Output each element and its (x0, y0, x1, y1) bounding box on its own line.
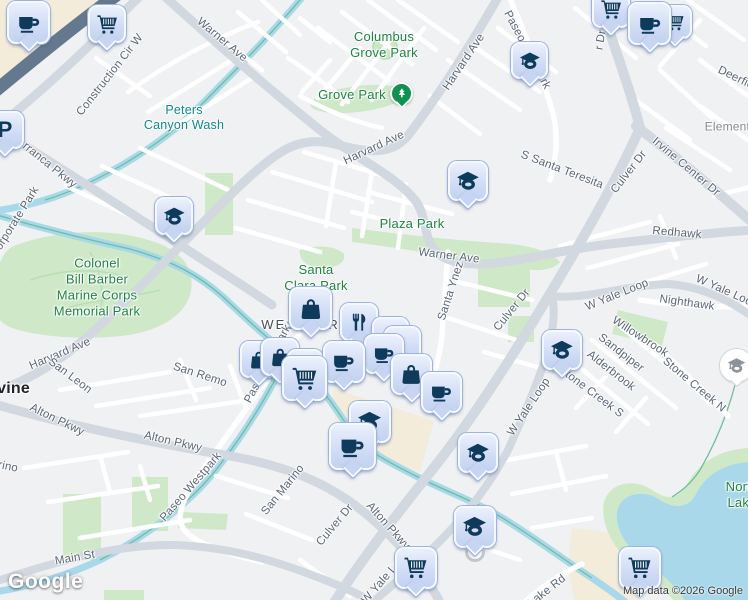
school-marker[interactable] (448, 161, 488, 201)
bag-icon (298, 296, 324, 322)
cafe-marker[interactable] (628, 2, 671, 45)
coffee-icon (338, 432, 366, 460)
cart-icon (96, 13, 118, 35)
grocery-store-marker[interactable] (395, 547, 437, 589)
grad-icon (456, 169, 480, 193)
cart-icon (291, 365, 318, 392)
map-attribution: Map data ©2026 Google (622, 585, 743, 597)
cart-icon (627, 555, 652, 580)
coffee-icon (16, 10, 42, 36)
parking-marker[interactable]: P (0, 111, 24, 149)
grad-icon (462, 514, 487, 539)
park-tree-marker[interactable] (390, 82, 413, 105)
coffee-icon (429, 380, 453, 404)
grocery-store-marker[interactable] (88, 5, 126, 43)
cafe-marker[interactable] (7, 1, 50, 44)
grad-icon (163, 205, 185, 227)
parking-icon: P (0, 116, 13, 142)
grocery-store-marker[interactable] (282, 356, 327, 401)
cafe-marker[interactable] (323, 341, 365, 383)
rest-icon (348, 311, 370, 333)
cart-icon (600, 0, 622, 20)
map-viewport[interactable]: Warner Ave Construction Cir W Harvard Ave H… (0, 0, 748, 600)
grad-icon (519, 50, 541, 72)
coffee-icon (637, 11, 663, 37)
school-marker[interactable] (155, 197, 193, 235)
grad-icon (727, 356, 746, 375)
tree-icon (395, 87, 409, 101)
cafe-marker[interactable] (329, 423, 376, 470)
shopping-bag-marker[interactable] (289, 287, 332, 330)
coffee-icon (331, 349, 356, 374)
cafe-marker[interactable] (421, 372, 462, 413)
school-marker[interactable] (511, 42, 548, 79)
map-markers-layer: P (0, 0, 748, 600)
cart-icon (403, 555, 428, 580)
school-marker-muted[interactable] (720, 349, 748, 382)
school-marker[interactable] (454, 506, 496, 548)
grocery-store-marker[interactable] (619, 547, 661, 589)
grad-icon (550, 338, 574, 362)
grad-icon (466, 441, 490, 465)
google-logo[interactable]: Google (8, 570, 83, 594)
school-marker[interactable] (542, 330, 582, 370)
grocery-store-marker[interactable] (592, 0, 630, 28)
school-marker[interactable] (458, 433, 498, 473)
